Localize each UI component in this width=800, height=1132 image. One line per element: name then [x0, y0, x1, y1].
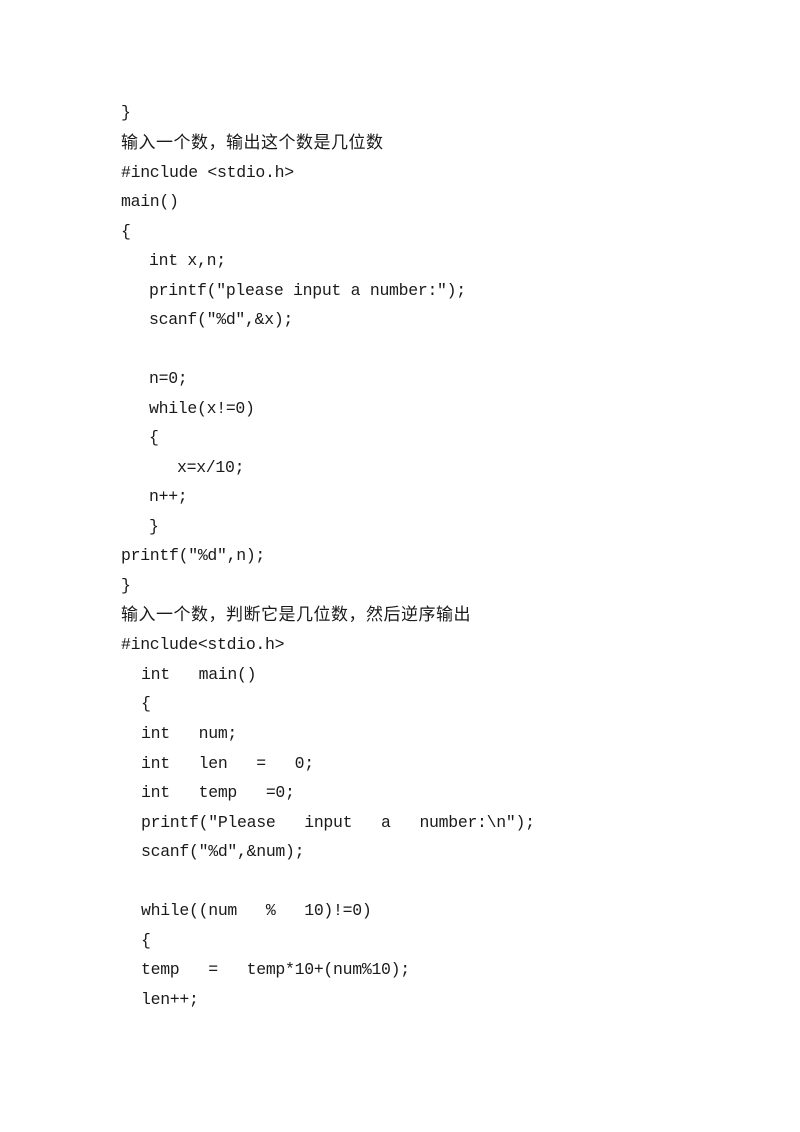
code-line: while(x!=0)	[149, 399, 255, 418]
section-heading-digit-count: 输入一个数，输出这个数是几位数	[121, 133, 384, 153]
code-line: while((num % 10)!=0)	[141, 901, 372, 920]
code-line: temp = temp*10+(num%10);	[141, 960, 410, 979]
code-line: {	[121, 222, 131, 241]
code-line: n=0;	[149, 369, 188, 388]
code-line: }	[149, 517, 159, 536]
code-line: }	[121, 576, 131, 595]
code-line: main()	[121, 192, 179, 211]
code-line: {	[141, 694, 151, 713]
code-line: {	[149, 428, 159, 447]
code-line: int temp =0;	[141, 783, 295, 802]
code-line: int main()	[141, 665, 257, 684]
code-line: #include <stdio.h>	[121, 163, 294, 182]
code-line: scanf("%d",&num);	[141, 842, 305, 861]
closing-brace: }	[121, 103, 131, 122]
code-line: int num;	[141, 724, 238, 743]
code-line: printf("Please input a number:\n");	[141, 813, 535, 832]
code-line: n++;	[149, 487, 188, 506]
code-line: int x,n;	[149, 251, 226, 270]
section-heading-reverse-output: 输入一个数，判断它是几位数，然后逆序输出	[121, 605, 471, 625]
code-line: int len = 0;	[141, 754, 314, 773]
code-line: printf("please input a number:");	[149, 281, 466, 300]
document-page: } 输入一个数，输出这个数是几位数 #include <stdio.h> mai…	[0, 0, 800, 1132]
code-line: #include<stdio.h>	[121, 635, 285, 654]
code-line: printf("%d",n);	[121, 546, 266, 565]
code-line: scanf("%d",&x);	[149, 310, 294, 329]
code-line: len++;	[141, 990, 199, 1009]
code-line: {	[141, 931, 151, 950]
code-line: x=x/10;	[177, 458, 245, 477]
